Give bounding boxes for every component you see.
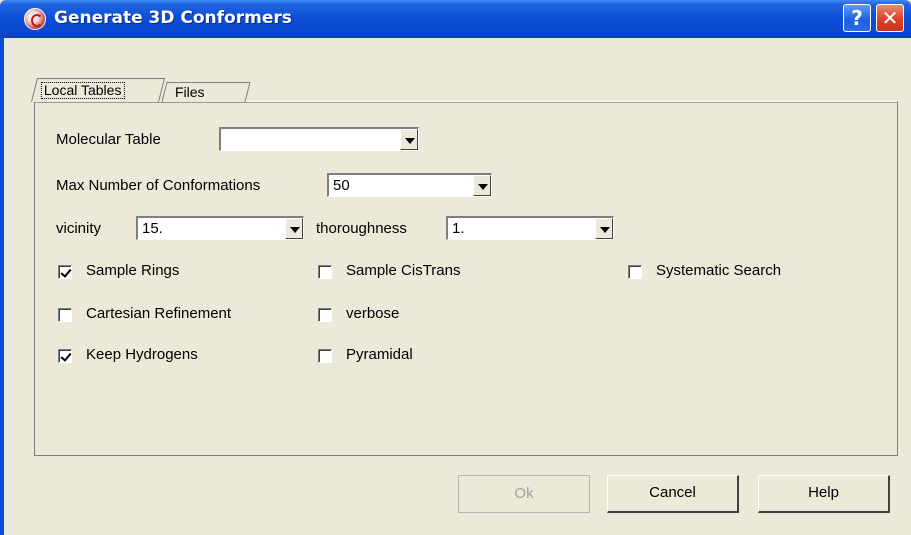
systematic-search-label[interactable]: Systematic Search — [656, 262, 781, 279]
cartesian-refinement-checkbox[interactable] — [58, 308, 72, 322]
thoroughness-label: thoroughness — [316, 220, 407, 237]
pyramidal-checkbox[interactable] — [318, 349, 332, 363]
keep-hydrogens-checkbox[interactable] — [58, 349, 72, 363]
tab-local-tables-label: Local Tables — [40, 82, 125, 99]
vicinity-label: vicinity — [56, 220, 102, 237]
systematic-search-checkbox[interactable] — [628, 265, 642, 279]
cancel-button[interactable]: Cancel — [607, 475, 739, 513]
sample-rings-checkbox[interactable] — [58, 265, 72, 279]
chevron-down-icon[interactable] — [595, 218, 613, 239]
window-title: Generate 3D Conformers — [54, 8, 292, 28]
chevron-down-icon[interactable] — [285, 218, 303, 239]
window-frame — [0, 38, 4, 535]
dialog-window: Generate 3D Conformers ? ✕ Local Tables … — [0, 0, 911, 535]
vicinity-value: 15. — [142, 220, 163, 237]
help-button[interactable]: Help — [758, 475, 890, 513]
sample-rings-label[interactable]: Sample Rings — [86, 262, 179, 279]
chevron-down-icon[interactable] — [473, 175, 491, 196]
verbose-label[interactable]: verbose — [346, 305, 399, 322]
keep-hydrogens-label[interactable]: Keep Hydrogens — [86, 346, 198, 363]
chevron-down-icon[interactable] — [400, 129, 418, 150]
app-logo-icon — [24, 8, 46, 30]
tab-local-tables[interactable]: Local Tables — [31, 78, 165, 102]
verbose-checkbox[interactable] — [318, 308, 332, 322]
title-help-button[interactable]: ? — [843, 4, 871, 32]
tab-files-label: Files — [175, 84, 205, 100]
pyramidal-label[interactable]: Pyramidal — [346, 346, 413, 363]
molecular-table-label: Molecular Table — [56, 131, 161, 148]
sample-cistrans-label[interactable]: Sample CisTrans — [346, 262, 460, 279]
ok-button[interactable]: Ok — [458, 475, 590, 513]
max-conformations-select[interactable]: 50 — [327, 173, 492, 197]
vicinity-select[interactable]: 15. — [136, 216, 304, 240]
cartesian-refinement-label[interactable]: Cartesian Refinement — [86, 305, 231, 322]
close-icon[interactable]: ✕ — [876, 4, 904, 32]
thoroughness-value: 1. — [452, 220, 465, 237]
sample-cistrans-checkbox[interactable] — [318, 265, 332, 279]
thoroughness-select[interactable]: 1. — [446, 216, 614, 240]
max-conformations-label: Max Number of Conformations — [56, 177, 261, 194]
max-conformations-value: 50 — [333, 177, 350, 194]
molecular-table-select[interactable] — [219, 127, 419, 151]
tab-files[interactable]: Files — [161, 82, 251, 102]
title-bar[interactable]: Generate 3D Conformers ? ✕ — [0, 0, 911, 38]
